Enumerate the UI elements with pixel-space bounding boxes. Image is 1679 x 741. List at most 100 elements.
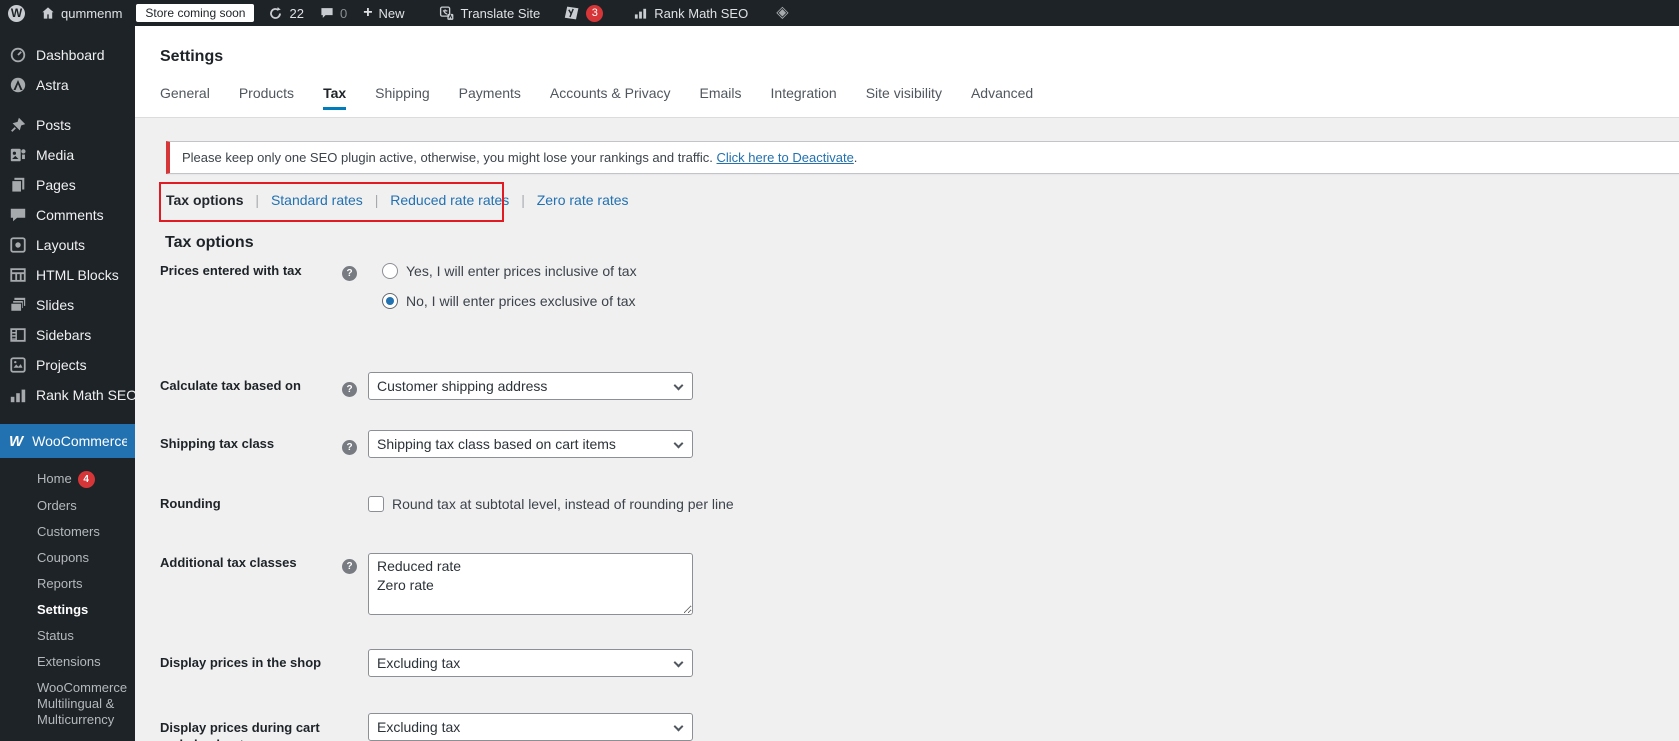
woocommerce-submenu: Home 4 Orders Customers Coupons Reports S… [0, 458, 135, 739]
field-label: Display prices during cart and checkout [160, 720, 320, 741]
subnav-reduced-rate-rates[interactable]: Reduced rate rates [390, 192, 509, 208]
sidebar-item-label: Sidebars [36, 327, 92, 343]
rank-math-label: Rank Math SEO [654, 5, 749, 21]
comments-menu[interactable]: 0 [312, 0, 355, 26]
field-label: Display prices in the shop [160, 655, 322, 670]
form-row-prices-entered: Prices entered with tax ? Yes, I will en… [160, 262, 1679, 322]
tab-payments[interactable]: Payments [459, 85, 521, 110]
sidebar-item-slides[interactable]: Slides [0, 290, 135, 320]
media-icon [10, 148, 26, 162]
admin-sidebar: Dashboard Astra Posts Media Pages Commen… [0, 26, 135, 741]
tab-emails[interactable]: Emails [700, 85, 742, 110]
submenu-label: Home [37, 471, 72, 486]
sidebar-separator [0, 410, 135, 424]
sidebar-item-projects[interactable]: Projects [0, 350, 135, 380]
table-grid-icon [10, 268, 26, 282]
tab-advanced[interactable]: Advanced [971, 85, 1033, 110]
chevron-down-icon [673, 721, 684, 732]
submenu-item-orders[interactable]: Orders [0, 493, 135, 519]
sidebar-item-layouts[interactable]: Layouts [0, 230, 135, 260]
translate-label: Translate Site [460, 5, 541, 21]
layouts-icon [10, 237, 26, 253]
field-label: Rounding [160, 496, 221, 511]
rank-math-menu[interactable]: Rank Math SEO [625, 0, 756, 26]
submenu-item-status[interactable]: Status [0, 623, 135, 649]
help-icon[interactable]: ? [342, 559, 357, 574]
settings-tabs: General Products Tax Shipping Payments A… [160, 85, 1033, 110]
radio-option-prices-exclusive[interactable]: No, I will enter prices exclusive of tax [382, 292, 637, 310]
translate-icon [439, 5, 453, 20]
tab-site-visibility[interactable]: Site visibility [866, 85, 942, 110]
subnav-separator: | [255, 192, 260, 208]
display-prices-shop-select[interactable]: Excluding tax [368, 649, 693, 677]
sidebar-item-pages[interactable]: Pages [0, 170, 135, 200]
yoast-seo-menu[interactable]: 3 [556, 0, 611, 26]
sidebar-item-label: Layouts [36, 237, 86, 253]
site-name-menu[interactable]: qummenm [33, 0, 130, 26]
sidebar-item-dashboard[interactable]: Dashboard [0, 40, 135, 70]
radio-label: No, I will enter prices exclusive of tax [406, 293, 636, 309]
submenu-item-settings[interactable]: Settings [0, 597, 135, 623]
submenu-item-home[interactable]: Home 4 [0, 466, 135, 493]
updates-menu[interactable]: 22 [260, 0, 311, 26]
help-icon[interactable]: ? [342, 382, 357, 397]
checkbox-icon[interactable] [368, 496, 384, 512]
display-prices-cart-select[interactable]: Excluding tax [368, 713, 693, 741]
calculate-tax-select[interactable]: Customer shipping address [368, 372, 693, 400]
plugin-diamond-menu[interactable]: ◈ [768, 0, 796, 26]
woocommerce-settings-header: Settings General Products Tax Shipping P… [135, 26, 1679, 118]
sidebar-item-html-blocks[interactable]: HTML Blocks [0, 260, 135, 290]
tab-shipping[interactable]: Shipping [375, 85, 430, 110]
subnav-zero-rate-rates[interactable]: Zero rate rates [537, 192, 629, 208]
subnav-separator: | [521, 192, 525, 208]
tab-tax[interactable]: Tax [323, 85, 347, 110]
submenu-item-extensions[interactable]: Extensions [0, 649, 135, 675]
rounding-checkbox-option[interactable]: Round tax at subtotal level, instead of … [368, 495, 734, 513]
plus-icon: + [363, 4, 373, 21]
store-coming-soon-badge[interactable]: Store coming soon [136, 4, 255, 22]
portfolio-icon [10, 357, 26, 373]
submenu-item-coupons[interactable]: Coupons [0, 545, 135, 571]
sidebar-item-label: Projects [36, 357, 87, 373]
chevron-down-icon [673, 438, 684, 449]
wordpress-menu[interactable]: W [0, 0, 33, 26]
translate-site-menu[interactable]: Translate Site [431, 0, 549, 26]
tab-products[interactable]: Products [239, 85, 294, 110]
tab-integration[interactable]: Integration [771, 85, 837, 110]
submenu-item-wcml[interactable]: WooCommerce Multilingual & Multicurrency [0, 675, 135, 733]
pages-icon [11, 177, 25, 193]
sidebar-item-sidebars[interactable]: Sidebars [0, 320, 135, 350]
submenu-item-reports[interactable]: Reports [0, 571, 135, 597]
sidebar-item-astra[interactable]: Astra [0, 70, 135, 100]
sidebar-item-comments[interactable]: Comments [0, 200, 135, 230]
new-label: New [378, 5, 405, 21]
radio-option-prices-inclusive[interactable]: Yes, I will enter prices inclusive of ta… [382, 262, 637, 280]
new-content-menu[interactable]: + New [355, 0, 412, 26]
comment-icon [321, 8, 333, 18]
additional-tax-classes-textarea[interactable]: Reduced rate Zero rate [368, 553, 693, 615]
seo-plugin-notice: Please keep only one SEO plugin active, … [166, 141, 1679, 174]
shipping-tax-class-select[interactable]: Shipping tax class based on cart items [368, 430, 693, 458]
main-content: Settings General Products Tax Shipping P… [135, 26, 1679, 741]
tax-subnav: Tax options | Standard rates | Reduced r… [166, 192, 1679, 208]
radio-checked-icon[interactable] [382, 293, 398, 309]
subnav-tax-options[interactable]: Tax options [166, 192, 244, 208]
submenu-item-customers[interactable]: Customers [0, 519, 135, 545]
tab-general[interactable]: General [160, 85, 210, 110]
sidebar-item-label: Media [36, 147, 75, 163]
sidebar-item-media[interactable]: Media [0, 140, 135, 170]
tab-accounts-privacy[interactable]: Accounts & Privacy [550, 85, 671, 110]
sidebar-item-woocommerce[interactable]: W WooCommerce [0, 424, 135, 458]
comment-icon [10, 208, 26, 222]
field-label: Calculate tax based on [160, 378, 301, 393]
sidebar-item-label: WooCommerce [32, 433, 130, 449]
sidebar-item-posts[interactable]: Posts [0, 110, 135, 140]
section-title: Tax options [165, 234, 254, 251]
deactivate-link[interactable]: Click here to Deactivate [717, 150, 854, 165]
help-icon[interactable]: ? [342, 266, 357, 281]
comment-count: 0 [339, 5, 348, 21]
subnav-standard-rates[interactable]: Standard rates [271, 192, 363, 208]
sidebar-item-rank-math[interactable]: Rank Math SEO [0, 380, 135, 410]
radio-icon[interactable] [382, 263, 398, 279]
help-icon[interactable]: ? [342, 440, 357, 455]
